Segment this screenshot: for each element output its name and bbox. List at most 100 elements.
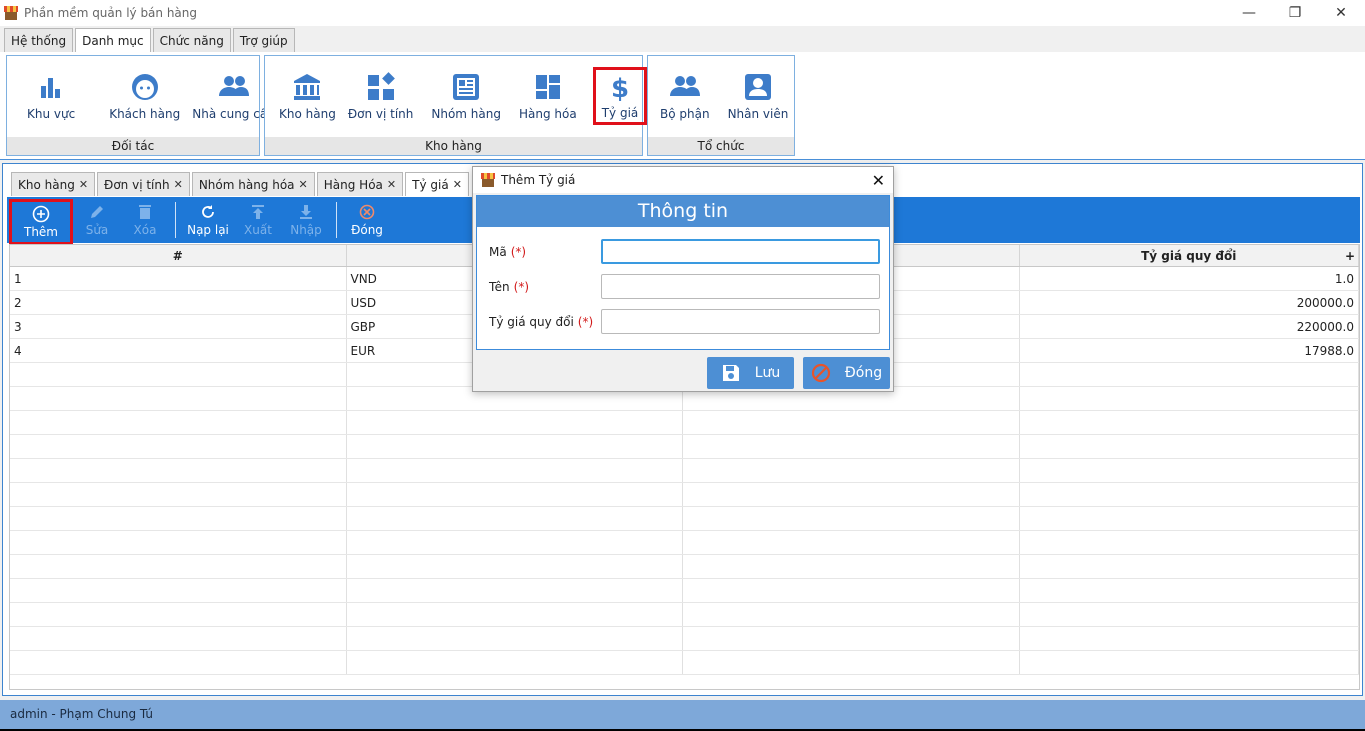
status-user: admin - Phạm Chung Tú [10, 707, 153, 721]
save-button[interactable]: Lưu [707, 357, 794, 389]
empty-row [10, 603, 1359, 627]
ten-input[interactable] [601, 274, 880, 299]
pencil-icon [88, 203, 106, 221]
doc-tab-label: Hàng Hóa [323, 177, 383, 192]
ribbon-item-hang-hoa[interactable]: Hàng hóa [513, 61, 583, 131]
empty-row [10, 435, 1359, 459]
cell-index: 2 [10, 291, 347, 314]
sua-button[interactable]: Sửa [73, 197, 121, 243]
add-circle-icon [32, 205, 50, 223]
doc-tab-hang-hoa[interactable]: Hàng Hóa ✕ [316, 172, 404, 196]
ribbon-item-don-vi-tinh[interactable]: Đơn vị tính [342, 61, 420, 131]
dialog-close-button[interactable]: Đóng [803, 357, 890, 389]
close-icon[interactable]: ✕ [299, 178, 308, 191]
field-label-ma: Mã [489, 245, 507, 259]
status-bar: admin - Phạm Chung Tú [0, 700, 1365, 729]
close-icon[interactable]: ✕ [453, 178, 462, 191]
dialog-header: Thông tin [477, 196, 889, 227]
empty-row [10, 411, 1359, 435]
close-icon[interactable]: ✕ [79, 178, 88, 191]
doc-tab-don-vi-tinh[interactable]: Đơn vị tính ✕ [97, 172, 190, 196]
bank-icon [291, 71, 323, 103]
tab-danh-muc[interactable]: Danh mục [75, 28, 151, 52]
trash-icon [136, 203, 154, 221]
ribbon-group-to-chuc: Bộ phận Nhân viên Tổ chức [647, 55, 795, 156]
cell-rate: 17988.0 [1020, 339, 1359, 362]
widgets-icon [365, 71, 397, 103]
empty-row [10, 459, 1359, 483]
ribbon-item-khu-vuc[interactable]: Khu vực [21, 61, 81, 131]
tab-chuc-nang[interactable]: Chức năng [152, 28, 231, 52]
field-label-ten: Tên [489, 280, 510, 294]
column-header-ty-gia-quy-doi[interactable]: Tỷ giá quy đổi + [1020, 245, 1359, 267]
tab-tro-giup[interactable]: Trợ giúp [232, 28, 295, 52]
field-row-ty-gia: Tỷ giá quy đổi (*) [489, 309, 593, 335]
cell-index: 1 [10, 267, 347, 290]
nap-lai-button[interactable]: Nạp lại [182, 197, 234, 243]
ma-input[interactable] [601, 239, 880, 264]
dollar-icon: $ [604, 72, 636, 104]
ribbon-item-label: Hàng hóa [518, 107, 577, 121]
app-icon [4, 6, 18, 20]
ribbon-item-nhan-vien[interactable]: Nhân viên [722, 61, 795, 131]
dashboard-icon [532, 71, 564, 103]
minimize-icon[interactable]: — [1226, 0, 1272, 26]
doc-tab-kho-hang[interactable]: Kho hàng ✕ [11, 172, 96, 196]
ribbon-item-kho-hang[interactable]: Kho hàng [273, 61, 342, 131]
ribbon-item-label: Khu vực [27, 107, 76, 121]
empty-row [10, 555, 1359, 579]
xoa-button[interactable]: Xóa [121, 197, 169, 243]
ribbon-group-title: Kho hàng [265, 137, 642, 155]
xuat-label: Xuất [244, 223, 272, 237]
ribbon-group-title: Tổ chức [648, 137, 794, 155]
account-box-icon [742, 71, 774, 103]
svg-text:$: $ [611, 74, 629, 103]
doc-tab-label: Tỷ giá [412, 177, 449, 192]
toolbar-separator [336, 202, 337, 238]
ribbon-item-label: Kho hàng [279, 107, 336, 121]
dialog-title: Thêm Tỷ giá [501, 173, 576, 187]
ribbon-group-doi-tac: Khu vực Khách hàng Nhà cung cấp Đối tác [6, 55, 275, 156]
people-icon [218, 71, 250, 103]
dialog-close-icon[interactable]: ✕ [872, 171, 885, 190]
save-label: Lưu [754, 365, 781, 381]
upload-icon [249, 203, 267, 221]
column-header-label: Tỷ giá quy đổi [1141, 249, 1237, 263]
dialog-title-bar: Thêm Tỷ giá [473, 167, 893, 193]
toolbar-separator [175, 202, 176, 238]
them-ty-gia-dialog: Thêm Tỷ giá ✕ Thông tin Mã (*) Tên (*) T… [472, 166, 894, 392]
ribbon-group-kho-hang: Kho hàng Đơn vị tính Nhóm hàng Hàng hóa [264, 55, 648, 156]
ribbon-item-bo-phan[interactable]: Bộ phận [654, 61, 716, 131]
them-button[interactable]: Thêm [9, 199, 73, 245]
close-icon[interactable]: ✕ [174, 178, 183, 191]
window-title: Phần mềm quản lý bán hàng [24, 6, 198, 20]
ribbon-item-khach-hang[interactable]: Khách hàng [103, 61, 186, 131]
xuat-button[interactable]: Xuất [234, 197, 282, 243]
ribbon-item-label: Bộ phận [660, 107, 710, 121]
sua-label: Sửa [85, 223, 109, 237]
restore-icon[interactable]: ❐ [1272, 0, 1318, 26]
empty-row [10, 507, 1359, 531]
ribbon-item-ty-gia[interactable]: $ Tỷ giá [592, 67, 648, 125]
doc-tab-ty-gia[interactable]: Tỷ giá ✕ [405, 172, 469, 196]
ribbon-item-label: Đơn vị tính [347, 107, 414, 121]
download-icon [297, 203, 315, 221]
bar-chart-icon [35, 71, 67, 103]
ribbon-item-nhom-hang[interactable]: Nhóm hàng [425, 61, 507, 131]
ribbon-item-label: Khách hàng [109, 107, 181, 121]
dialog-close-label: Đóng [844, 365, 883, 381]
field-row-ten: Tên (*) [489, 274, 529, 300]
refresh-icon [199, 203, 217, 221]
close-icon[interactable]: ✕ [387, 178, 396, 191]
column-header-index[interactable]: # [10, 245, 347, 266]
close-icon[interactable]: ✕ [1318, 0, 1364, 26]
ribbon-item-label: Tỷ giá [601, 106, 639, 120]
ty-gia-quy-doi-input[interactable] [601, 309, 880, 334]
document-tabs: Kho hàng ✕ Đơn vị tính ✕ Nhóm hàng hóa ✕ Hà… [11, 172, 471, 196]
tab-he-thong[interactable]: Hệ thống [4, 28, 74, 52]
cell-index: 4 [10, 339, 347, 362]
column-menu-icon[interactable]: + [1345, 245, 1355, 267]
doc-tab-nhom-hang-hoa[interactable]: Nhóm hàng hóa ✕ [191, 172, 315, 196]
nhap-button[interactable]: Nhập [282, 197, 330, 243]
dong-button[interactable]: Đóng [343, 197, 391, 243]
